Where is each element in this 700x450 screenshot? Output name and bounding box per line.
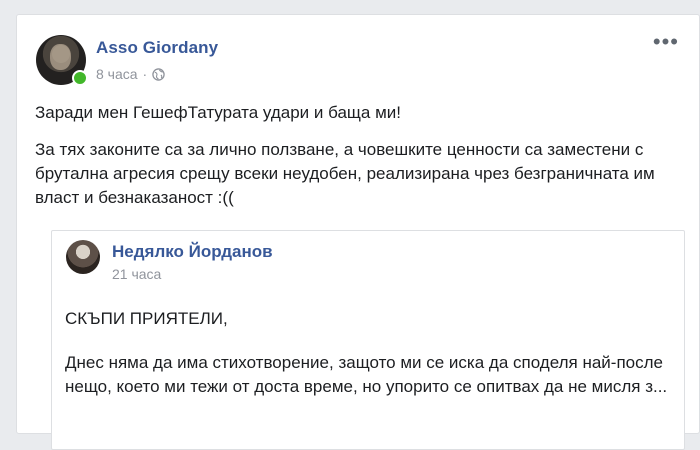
shared-author-avatar[interactable] (66, 240, 100, 274)
shared-timestamp[interactable]: 21 часа (112, 266, 161, 282)
post-author-name[interactable]: Asso Giordany (96, 38, 218, 58)
post-timestamp[interactable]: 8 часа (96, 66, 138, 82)
author-avatar[interactable] (36, 35, 88, 86)
avatar-face (50, 44, 71, 70)
post-meta: 8 часа · (96, 66, 165, 82)
shared-post[interactable]: Недялко Йорданов 21 часа СКЪПИ ПРИЯТЕЛИ,… (51, 230, 685, 450)
online-status-dot (72, 70, 88, 86)
post-paragraph-1: Заради мен ГешефТатурата удари и баща ми… (35, 103, 401, 122)
shared-author-name[interactable]: Недялко Йорданов (112, 242, 273, 262)
globe-icon[interactable] (152, 67, 165, 81)
meta-separator: · (142, 66, 148, 82)
shared-paragraph-2: Днес няма да има стихотворение, защото м… (65, 353, 668, 396)
post-paragraph-2: За тях законите са за лично ползване, а … (35, 140, 655, 207)
shared-paragraph-1: СКЪПИ ПРИЯТЕЛИ, (65, 309, 228, 328)
post-card: Asso Giordany 8 часа · ••• Заради мен Ге… (16, 14, 700, 450)
more-options-icon[interactable]: ••• (653, 31, 679, 53)
